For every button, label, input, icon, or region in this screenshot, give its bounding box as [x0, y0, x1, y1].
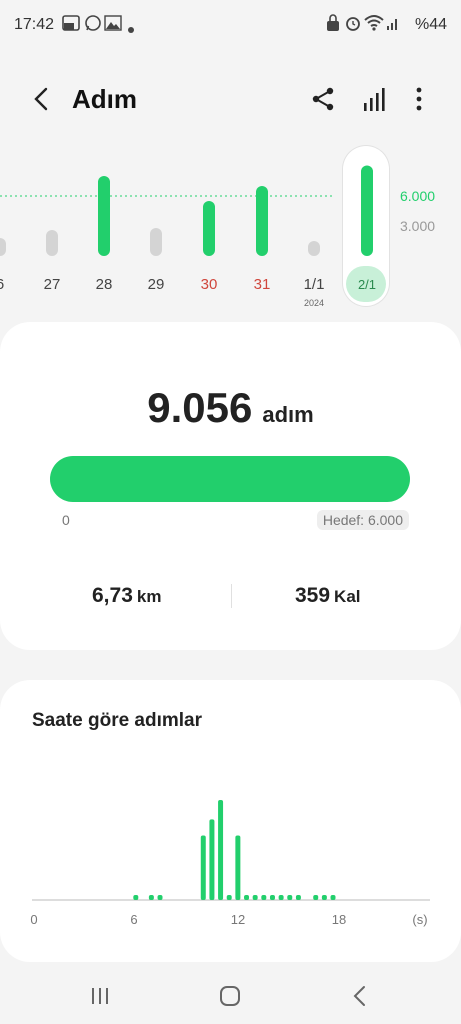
nav-back-icon	[353, 986, 365, 1006]
more-options-button[interactable]	[404, 84, 434, 114]
day-bar-1/1[interactable]	[308, 241, 320, 256]
bar-chart-icon	[364, 88, 385, 111]
hourly-bar	[269, 895, 275, 900]
status-time: 17:42	[14, 16, 55, 33]
hourly-bar	[226, 895, 232, 900]
photo-icon	[104, 14, 122, 36]
share-icon	[312, 87, 334, 111]
calories-stat: 359 Kal	[295, 584, 361, 608]
day-label-31[interactable]: 31	[254, 276, 271, 293]
hourly-tick-4: (s)	[412, 912, 427, 927]
day-label-27[interactable]: 27	[44, 276, 61, 293]
hourly-bar	[157, 895, 163, 900]
page-title: Adım	[72, 84, 137, 114]
goal-progress-bar	[50, 456, 410, 502]
home-button[interactable]	[210, 980, 250, 1012]
stat-divider	[231, 584, 232, 608]
day-label-30[interactable]: 30	[201, 276, 218, 293]
hourly-bar	[252, 895, 258, 900]
trends-button[interactable]	[360, 84, 390, 114]
battery-level: %44	[414, 16, 447, 33]
day-bar-30[interactable]	[203, 201, 215, 256]
hourly-bar	[295, 895, 301, 900]
recent-apps-button[interactable]	[80, 980, 120, 1012]
wifi-icon	[364, 14, 384, 36]
day-label-29[interactable]: 29	[148, 276, 165, 293]
day-label-28[interactable]: 28	[96, 276, 113, 293]
day-bar-27[interactable]	[46, 230, 58, 256]
app-header: Adım	[0, 70, 461, 130]
day-bar-28[interactable]	[98, 176, 110, 256]
hourly-bar	[235, 835, 241, 900]
day-label-6[interactable]: 6	[0, 276, 4, 293]
dot-icon	[128, 20, 134, 37]
hourly-tick-2: 12	[231, 912, 245, 927]
hourly-bar	[321, 895, 327, 900]
day-bar-31[interactable]	[256, 186, 268, 256]
hourly-bar	[330, 895, 336, 900]
step-count-value: 9.056	[147, 384, 253, 431]
nav-back-button[interactable]	[340, 980, 380, 1012]
hourly-bar	[244, 895, 250, 900]
goal-tick-label: 6.000	[400, 188, 435, 204]
day-label-2/1[interactable]: 2/1	[358, 277, 376, 292]
calories-unit: Kal	[334, 587, 361, 606]
day-bar-2/1[interactable]	[361, 165, 373, 256]
hourly-bar	[148, 895, 154, 900]
system-nav-bar	[0, 968, 461, 1024]
step-count-unit: adım	[262, 402, 314, 427]
share-button[interactable]	[308, 84, 338, 114]
hourly-bar	[218, 800, 224, 900]
step-count: 9.056 adım	[0, 384, 461, 432]
hourly-tick-3: 18	[332, 912, 346, 927]
home-icon	[220, 986, 240, 1006]
hourly-bar	[278, 895, 284, 900]
hourly-bar	[261, 895, 267, 900]
hourly-bar	[209, 819, 215, 900]
hourly-bar	[313, 895, 319, 900]
day-sublabel: 2024	[304, 298, 324, 308]
hourly-tick-1: 6	[130, 912, 137, 927]
hourly-steps-chart: 0 6 12 18 (s)	[30, 800, 430, 927]
status-bar: 17:42 %44	[0, 0, 461, 50]
recent-apps-icon	[92, 988, 108, 1004]
goal-label: Hedef: 6.000	[316, 510, 409, 530]
distance-unit: km	[136, 587, 162, 606]
back-icon	[34, 87, 48, 111]
calories-value: 359	[295, 584, 331, 607]
day-bar-6[interactable]	[0, 238, 6, 256]
more-icon	[416, 87, 422, 111]
daily-steps-chart: 6 27 28 29 30 31 1/1 2024 2/1 6.000 3.000	[0, 165, 435, 308]
alarm-icon	[344, 14, 362, 36]
hourly-bar	[133, 895, 139, 900]
hourly-title: Saate göre adımlar	[32, 710, 203, 731]
hourly-tick-0: 0	[30, 912, 37, 927]
whatsapp-icon	[84, 14, 102, 36]
progress-min-label: 0	[62, 512, 70, 528]
gallery-05-icon	[62, 14, 80, 36]
hourly-bar	[200, 835, 206, 900]
hourly-bar	[287, 895, 293, 900]
signal-icon	[386, 14, 400, 36]
distance-value: 6,73	[92, 584, 133, 607]
day-label-1/1[interactable]: 1/1	[304, 276, 325, 293]
distance-stat: 6,73 km	[92, 584, 161, 608]
lock-icon	[326, 14, 340, 36]
goal-tick-label: 3.000	[400, 218, 435, 234]
day-bar-29[interactable]	[150, 228, 162, 256]
back-button[interactable]	[28, 84, 54, 114]
